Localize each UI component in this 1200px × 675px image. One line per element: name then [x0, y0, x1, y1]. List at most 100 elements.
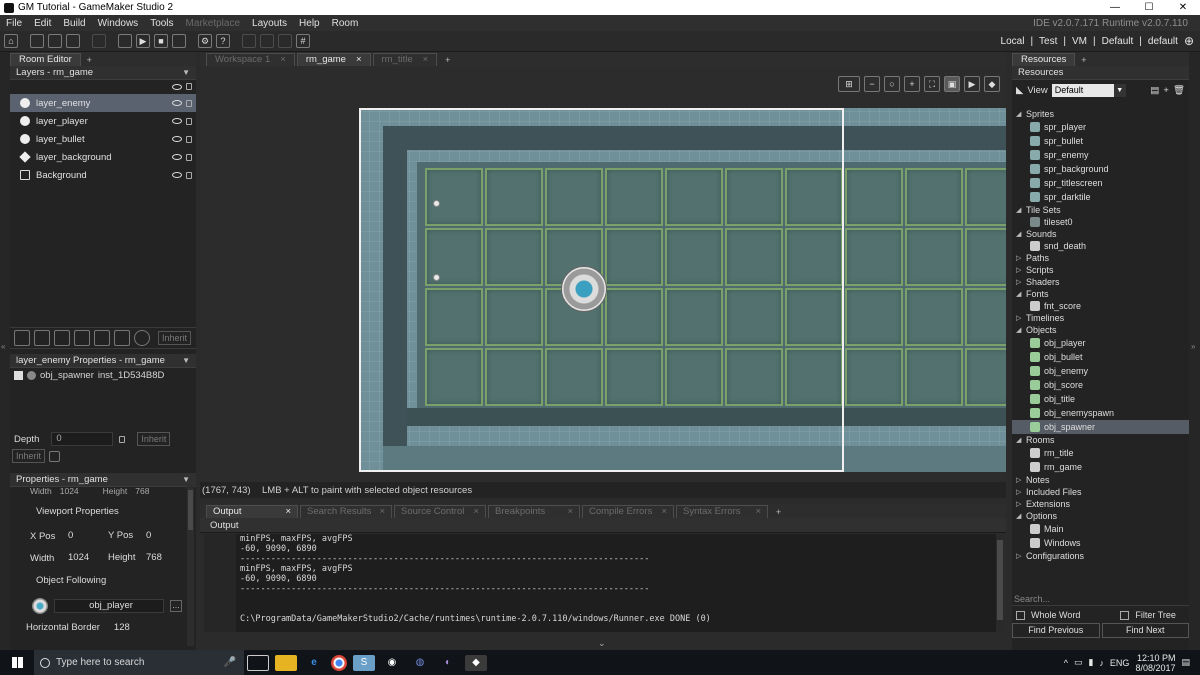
find-next-button[interactable]: Find Next: [1101, 623, 1189, 638]
menu-edit[interactable]: Edit: [28, 18, 57, 29]
horizontal-border-field[interactable]: 128: [114, 622, 130, 633]
expanded-arrow-icon[interactable]: ◢: [1016, 290, 1026, 298]
room-canvas[interactable]: ⊞ − ○ + ⛶ ▣ ▶ ◆: [200, 66, 1006, 482]
menu-tools[interactable]: Tools: [144, 18, 179, 29]
zoom-in-icon[interactable]: +: [904, 76, 920, 92]
tray-expand-icon[interactable]: ^: [1064, 658, 1068, 668]
close-icon[interactable]: ×: [285, 506, 291, 518]
depth-field[interactable]: 0: [51, 432, 114, 446]
eye-icon[interactable]: [172, 172, 182, 178]
collapsed-arrow-icon[interactable]: ▷: [1016, 266, 1026, 274]
eye-icon[interactable]: [172, 136, 182, 142]
eye-icon[interactable]: [172, 118, 182, 124]
open-project-icon[interactable]: [48, 34, 62, 48]
collapse-right-icon[interactable]: »: [1191, 342, 1195, 351]
close-icon[interactable]: ×: [755, 506, 761, 518]
inherit-depth-button[interactable]: Inherit: [137, 432, 171, 446]
tree-item[interactable]: rm_title: [1012, 446, 1189, 460]
lock-icon[interactable]: [186, 153, 192, 161]
layer-row-background[interactable]: Background: [10, 166, 196, 184]
tree-item[interactable]: spr_background: [1012, 162, 1189, 176]
resource-search-input[interactable]: Search...: [1012, 592, 1189, 606]
layer-row-enemy[interactable]: layer_enemy: [10, 94, 196, 112]
instance-visible-checkbox[interactable]: [14, 371, 23, 380]
view-toggle-icon[interactable]: ▣: [944, 76, 960, 92]
xpos-field[interactable]: 0: [68, 530, 73, 541]
chrome-icon[interactable]: [331, 654, 347, 671]
tree-group[interactable]: ◢ Tile Sets: [1012, 204, 1189, 216]
more-options-button[interactable]: …: [170, 600, 182, 612]
collapsed-arrow-icon[interactable]: ▷: [1016, 278, 1026, 286]
close-icon[interactable]: ×: [661, 506, 667, 518]
settings-icon[interactable]: ⚙: [198, 34, 212, 48]
tab-rm-title[interactable]: rm_title ×: [372, 53, 438, 66]
close-icon[interactable]: ×: [567, 506, 573, 518]
tab-resources[interactable]: Resources: [1012, 53, 1076, 66]
tree-group[interactable]: ▷ Extensions: [1012, 498, 1189, 510]
tree-item[interactable]: obj_player: [1012, 336, 1189, 350]
tree-item[interactable]: spr_bullet: [1012, 134, 1189, 148]
task-view-icon[interactable]: [247, 654, 269, 671]
find-previous-button[interactable]: Find Previous: [1012, 623, 1100, 638]
layers-header[interactable]: Layers - rm_game ▼: [10, 66, 196, 80]
target-test[interactable]: Test: [1039, 36, 1057, 47]
add-instance-layer-icon[interactable]: [34, 330, 50, 346]
room-properties-header[interactable]: Properties - rm_game ▼: [10, 473, 196, 487]
chevron-down-icon[interactable]: ⌄: [598, 638, 606, 649]
tab-source-control[interactable]: Source Control ×: [394, 505, 486, 518]
tree-item[interactable]: tileset0: [1012, 216, 1189, 228]
eye-icon[interactable]: [172, 100, 182, 106]
tree-item[interactable]: obj_score: [1012, 378, 1189, 392]
tree-item[interactable]: obj_bullet: [1012, 350, 1189, 364]
display-icon[interactable]: ▭: [1074, 657, 1083, 668]
add-folder-icon[interactable]: [114, 330, 130, 346]
tree-item[interactable]: Main: [1012, 522, 1189, 536]
expanded-arrow-icon[interactable]: ◢: [1016, 512, 1026, 520]
microphone-icon[interactable]: 🎤: [224, 657, 236, 668]
output-console[interactable]: minFPS, maxFPS, avgFPS -60, 9090, 6890 -…: [204, 534, 996, 632]
menu-room[interactable]: Room: [326, 18, 365, 29]
grid-icon[interactable]: #: [296, 34, 310, 48]
tree-item[interactable]: snd_death: [1012, 240, 1189, 252]
inherit-layers-button[interactable]: Inherit: [158, 331, 192, 345]
close-button[interactable]: ✕: [1166, 2, 1200, 13]
tree-item[interactable]: spr_enemy: [1012, 148, 1189, 162]
close-icon[interactable]: ×: [379, 506, 385, 518]
tree-item[interactable]: obj_title: [1012, 392, 1189, 406]
layer-row-bullet[interactable]: layer_bullet: [10, 130, 196, 148]
right-dock-gutter[interactable]: »: [1189, 52, 1200, 650]
target-config[interactable]: Default: [1102, 36, 1134, 47]
close-icon[interactable]: ×: [280, 54, 286, 66]
ypos-field[interactable]: 0: [146, 530, 151, 541]
view-select[interactable]: Default ▼: [1051, 83, 1126, 97]
properties-scrollbar[interactable]: [187, 486, 194, 646]
network-icon[interactable]: ▮: [1088, 657, 1093, 668]
viewport-height-field[interactable]: 768: [146, 552, 162, 563]
collapse-left-icon[interactable]: «: [1, 342, 5, 351]
skype-icon[interactable]: S: [353, 654, 375, 671]
add-tile-layer-icon[interactable]: [54, 330, 70, 346]
tree-item[interactable]: fnt_score: [1012, 300, 1189, 312]
add-background-layer-icon[interactable]: [14, 330, 30, 346]
chevron-down-icon[interactable]: ▼: [182, 475, 190, 484]
collapsed-arrow-icon[interactable]: ▷: [1016, 552, 1026, 560]
lock-icon[interactable]: [186, 83, 192, 90]
expanded-arrow-icon[interactable]: ◢: [1016, 110, 1026, 118]
tab-compile-errors[interactable]: Compile Errors ×: [582, 505, 674, 518]
close-icon[interactable]: ×: [423, 54, 429, 66]
tab-room-editor[interactable]: Room Editor: [10, 53, 81, 66]
tree-item[interactable]: spr_player: [1012, 120, 1189, 134]
tab-syntax-errors[interactable]: Syntax Errors ×: [676, 505, 768, 518]
grid-toggle-icon[interactable]: ⊞: [838, 76, 860, 92]
follow-object-field[interactable]: obj_player: [54, 599, 164, 613]
target-local[interactable]: Local: [1001, 36, 1025, 47]
tree-item[interactable]: rm_game: [1012, 460, 1189, 474]
start-button[interactable]: [0, 650, 34, 675]
gamemaker-taskbar-icon[interactable]: ◆: [465, 654, 487, 671]
instance-row[interactable]: obj_spawner inst_1D534B8D: [14, 370, 164, 381]
discord-icon[interactable]: ◍: [409, 655, 431, 671]
target-device[interactable]: default: [1148, 36, 1178, 47]
lock-icon[interactable]: [186, 99, 192, 107]
add-path-layer-icon[interactable]: [74, 330, 90, 346]
whole-word-checkbox[interactable]: [1016, 610, 1025, 620]
